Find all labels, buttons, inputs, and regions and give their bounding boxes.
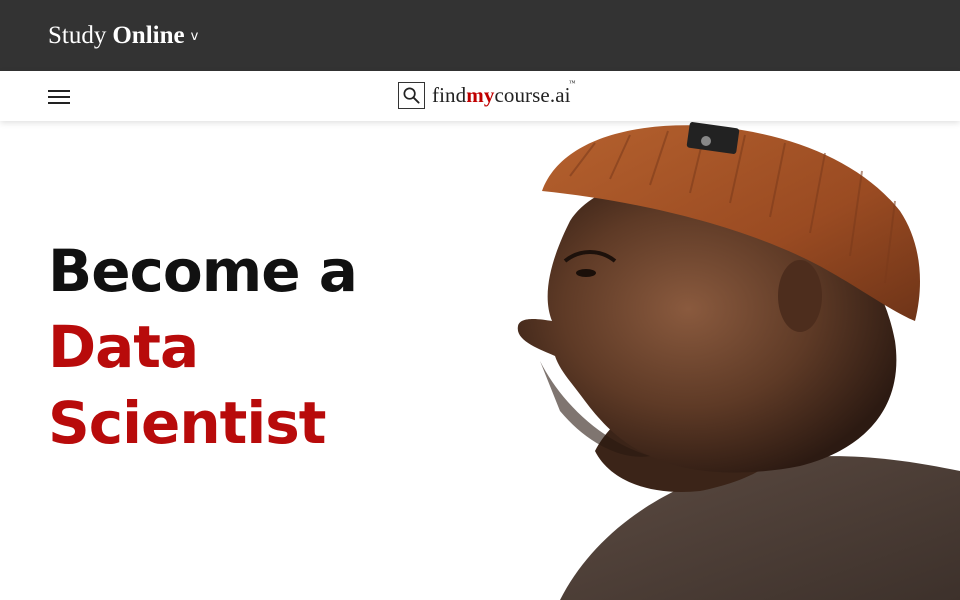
- menu-line: [48, 90, 70, 92]
- study-online-dropdown[interactable]: Study Online v: [48, 22, 198, 50]
- chevron-down-icon: v: [190, 28, 199, 44]
- menu-line: [48, 102, 70, 104]
- hero-portrait-image: [517, 122, 960, 600]
- hero-headline: Become a Data Scientist: [48, 233, 358, 461]
- logo-wordmark: findmycourse.ai ™: [432, 79, 575, 108]
- headline-line-2: Data: [48, 313, 199, 381]
- menu-line: [48, 96, 70, 98]
- nav-bar: findmycourse.ai ™: [0, 71, 960, 121]
- logo-prefix: find: [432, 83, 467, 107]
- search-icon: [398, 82, 425, 109]
- logo-highlight: my: [466, 83, 495, 107]
- brand-study-text: Study: [48, 21, 107, 49]
- findmycourse-logo[interactable]: findmycourse.ai ™: [398, 79, 575, 109]
- headline-line-1: Become a: [48, 237, 358, 305]
- hamburger-menu-icon[interactable]: [48, 90, 70, 104]
- brand-online-text: Online: [112, 21, 185, 49]
- logo-suffix: course.ai: [494, 83, 571, 107]
- headline-line-3: Scientist: [48, 389, 327, 457]
- trademark-mark: ™: [568, 79, 576, 87]
- top-bar: Study Online v: [0, 0, 960, 71]
